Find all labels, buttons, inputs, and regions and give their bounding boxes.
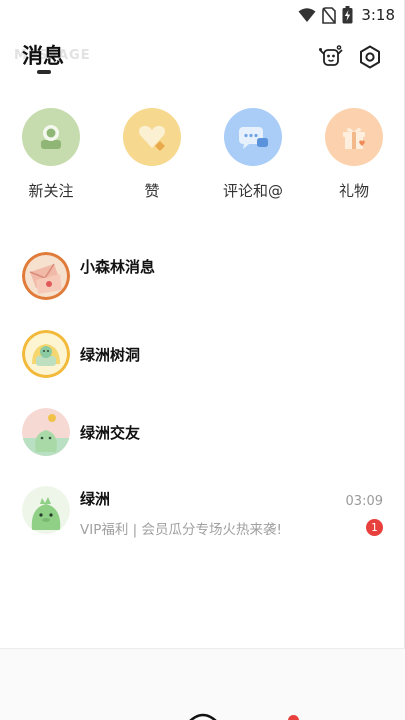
conversation-name: 绿洲树洞 [80, 346, 141, 364]
quick-entries: 新关注 赞 评论和@ 礼物 [0, 108, 405, 208]
conversation-item-forest[interactable]: 小森林消息 [0, 248, 405, 308]
quick-entry-gifts[interactable]: 礼物 [314, 108, 394, 201]
status-bar: 3:18 [0, 0, 405, 30]
comment-bubble-icon [224, 108, 282, 166]
conversation-item-tree-hole[interactable]: 绿洲树洞 [0, 326, 405, 386]
conversation-name: 绿洲交友 [80, 424, 141, 442]
header: MESSAGE 消息 [0, 34, 405, 82]
notification-dot [288, 715, 299, 720]
quick-entry-label: 赞 [144, 182, 160, 200]
quick-entry-comments[interactable]: 评论和@ [213, 108, 293, 201]
status-time: 3:18 [361, 6, 395, 24]
status-icons: 3:18 [298, 6, 395, 24]
quick-entry-likes[interactable]: 赞 [112, 108, 192, 201]
title-underline [37, 70, 51, 74]
friend-avatar [22, 408, 70, 456]
robot-icon [319, 45, 343, 66]
wifi-icon [298, 8, 316, 22]
settings-button[interactable] [355, 42, 385, 72]
bottom-nav [0, 648, 405, 720]
quick-entry-label: 礼物 [338, 182, 369, 200]
conversation-item-oasis[interactable]: 绿洲 VIP福利 | 会员瓜分专场火热来袭! 03:09 1 [0, 482, 405, 542]
page-title: 消息 [22, 44, 64, 68]
envelope-avatar [22, 252, 70, 300]
battery-charging-icon [342, 6, 353, 24]
tree-hole-avatar [22, 330, 70, 378]
quick-entry-new-follower[interactable]: 新关注 [11, 108, 91, 201]
robot-assistant-button[interactable] [316, 42, 346, 72]
conversation-name: 绿洲 [80, 490, 111, 508]
no-sim-icon [322, 6, 337, 24]
gear-icon [360, 45, 380, 69]
new-follower-icon [22, 108, 80, 166]
unread-badge: 1 [366, 519, 383, 536]
heart-like-icon [123, 108, 181, 166]
center-tab-icon[interactable] [186, 713, 220, 720]
conversation-time: 03:09 [345, 494, 383, 509]
conversation-item-friends[interactable]: 绿洲交友 [0, 404, 405, 464]
gift-icon [325, 108, 383, 166]
quick-entry-label: 评论和@ [222, 182, 283, 200]
oasis-mascot-avatar [22, 486, 70, 534]
conversation-preview: VIP福利 | 会员瓜分专场火热来袭! [80, 522, 282, 538]
quick-entry-label: 新关注 [28, 182, 74, 200]
conversation-name: 小森林消息 [80, 258, 156, 276]
